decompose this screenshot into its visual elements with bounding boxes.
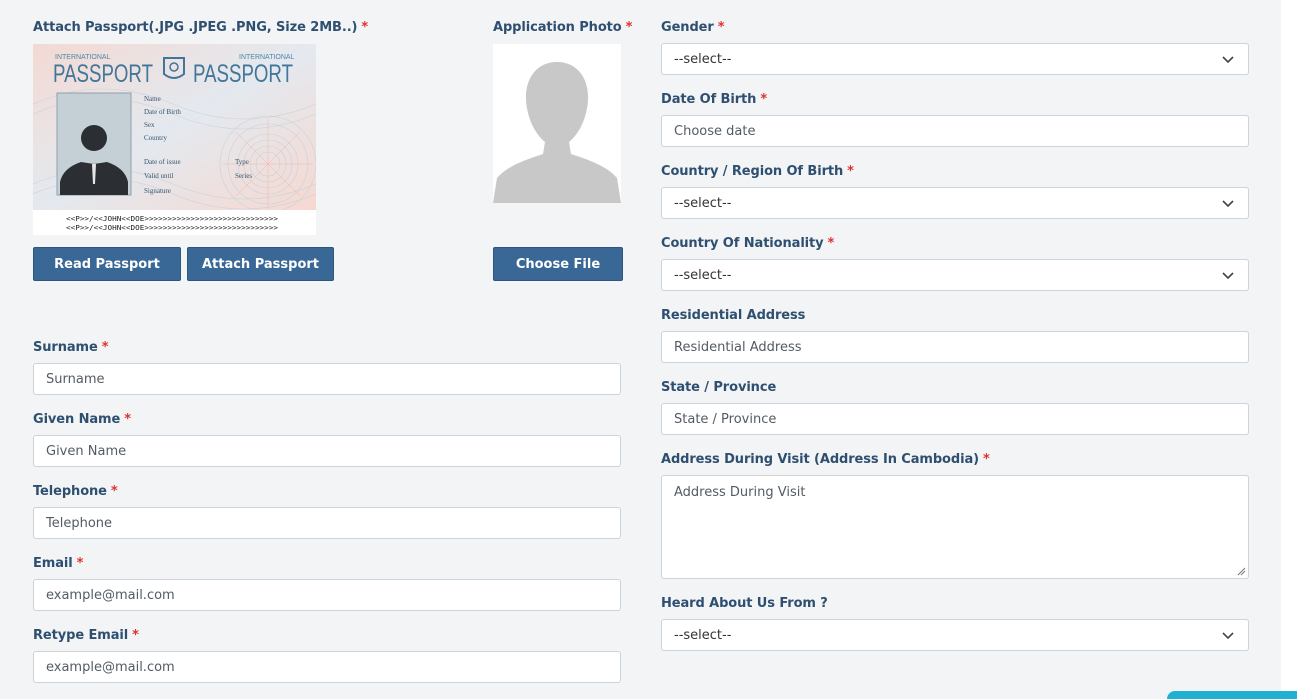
visit-address-label: Address During Visit (Address In Cambodi… [661, 452, 990, 467]
nationality-select[interactable]: --select-- [661, 259, 1249, 291]
application-photo-preview [493, 44, 621, 203]
passport-header-right: PASSPORT [193, 60, 293, 88]
attach-passport-button[interactable]: Attach Passport [187, 247, 334, 281]
passport-sample-image: INTERNATIONAL INTERNATIONAL PASSPORT PAS… [33, 44, 316, 235]
given-name-label: Given Name * [33, 412, 131, 427]
chevron-down-icon [1222, 56, 1234, 64]
email-input[interactable]: example@mail.com [33, 579, 621, 611]
passport-field-signature: Signature [144, 187, 171, 195]
read-passport-button[interactable]: Read Passport [33, 247, 181, 281]
dob-label: Date Of Birth * [661, 92, 768, 107]
state-province-input[interactable]: State / Province [661, 403, 1249, 435]
retype-email-label: Retype Email * [33, 628, 139, 643]
passport-header-left: PASSPORT [53, 60, 153, 88]
passport-field-dob: Date of Birth [144, 108, 181, 116]
heard-about-select[interactable]: --select-- [661, 619, 1249, 651]
passport-mrz-line1: <<P>>/<<JOHN<<DOE>>>>>>>>>>>>>>>>>>>>>>>… [66, 215, 278, 223]
passport-field-series: Series [235, 172, 252, 180]
nationality-label: Country Of Nationality * [661, 236, 835, 251]
telephone-input[interactable]: Telephone [33, 507, 621, 539]
surname-input[interactable]: Surname [33, 363, 621, 395]
chevron-down-icon [1222, 632, 1234, 640]
residential-address-label: Residential Address [661, 308, 806, 323]
residential-address-input[interactable]: Residential Address [661, 331, 1249, 363]
passport-field-name: Name [144, 95, 161, 103]
form-panel: Attach Passport(.JPG .JPEG .PNG, Size 2M… [0, 0, 1281, 699]
country-birth-label: Country / Region Of Birth * [661, 164, 854, 179]
telephone-label: Telephone * [33, 484, 118, 499]
passport-field-issue: Date of issue [144, 158, 181, 166]
passport-mrz-line2: <<P>>/<<JOHN<<DOE>>>>>>>>>>>>>>>>>>>>>>>… [66, 224, 278, 232]
state-province-label: State / Province [661, 380, 777, 395]
application-photo-label: Application Photo * [493, 20, 633, 35]
resize-grip-icon[interactable] [1237, 567, 1246, 576]
dob-input[interactable]: Choose date [661, 115, 1249, 147]
email-label: Email * [33, 556, 84, 571]
heard-about-label: Heard About Us From ? [661, 596, 828, 611]
gender-label: Gender * [661, 20, 725, 35]
passport-field-valid: Valid until [144, 172, 173, 180]
country-birth-select[interactable]: --select-- [661, 187, 1249, 219]
gender-select[interactable]: --select-- [661, 43, 1249, 75]
surname-label: Surname * [33, 340, 109, 355]
chevron-down-icon [1222, 200, 1234, 208]
passport-field-country: Country [144, 134, 167, 142]
chevron-down-icon [1222, 272, 1234, 280]
retype-email-input[interactable]: example@mail.com [33, 651, 621, 683]
choose-file-button[interactable]: Choose File [493, 247, 623, 281]
person-silhouette-icon [493, 44, 621, 203]
given-name-input[interactable]: Given Name [33, 435, 621, 467]
visit-address-textarea[interactable]: Address During Visit [661, 475, 1249, 579]
passport-field-type: Type [235, 158, 249, 166]
passport-upload-label: Attach Passport(.JPG .JPEG .PNG, Size 2M… [33, 20, 369, 35]
floating-widget-edge[interactable] [1167, 691, 1297, 699]
passport-field-sex: Sex [144, 121, 155, 129]
